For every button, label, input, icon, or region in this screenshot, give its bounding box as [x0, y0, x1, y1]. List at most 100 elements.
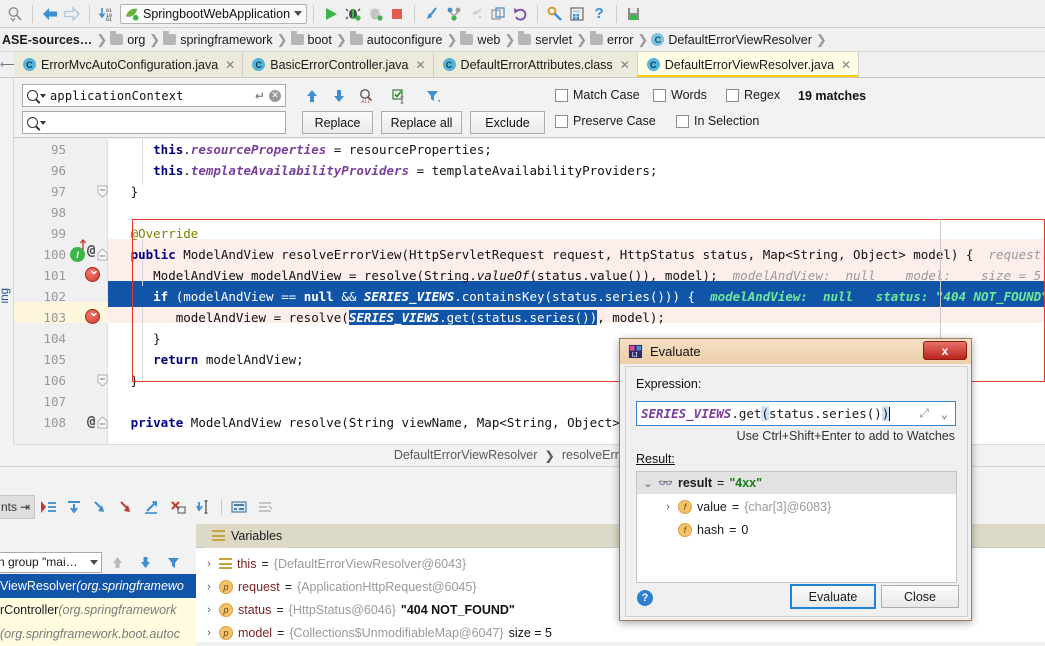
forward-arrow-icon[interactable] — [61, 3, 83, 25]
replace-search-icon[interactable] — [27, 117, 46, 128]
chevron-down-icon[interactable]: ⌄ — [941, 407, 948, 421]
code-fold-start-icon-2[interactable] — [97, 416, 108, 429]
evaluate-button[interactable]: Evaluate — [790, 584, 876, 609]
breakpoint-icon-103[interactable] — [85, 305, 100, 324]
breadcrumb-item-6[interactable]: servlet — [516, 28, 575, 51]
run-with-coverage-icon[interactable] — [364, 3, 386, 25]
code-fold-end-icon-2[interactable] — [97, 374, 108, 387]
chevron-down-icon[interactable] — [294, 11, 303, 16]
close-icon[interactable]: ✕ — [415, 58, 425, 72]
run-icon[interactable] — [320, 3, 342, 25]
frame-row-0[interactable]: ViewResolver (org.springframewo — [0, 574, 196, 598]
expand-icon[interactable]: › — [204, 558, 214, 570]
editor-gutter[interactable]: 95 96 97 98 99 100 101 102 103 104 105 1… — [14, 139, 108, 444]
tab-DefaultErrorAttributes[interactable]: C DefaultErrorAttributes.class ✕ — [433, 52, 638, 77]
debug-icon[interactable] — [342, 3, 364, 25]
tab-BasicErrorController[interactable]: C BasicErrorController.java ✕ — [243, 52, 434, 77]
find-all-icon[interactable]: ALL — [355, 85, 377, 107]
breadcrumb-item-4[interactable]: autoconfigure — [348, 28, 446, 51]
structure-grid-icon[interactable] — [566, 3, 588, 25]
expand-icon[interactable]: › — [204, 581, 214, 593]
thread-selector[interactable]: n group "mai… — [0, 551, 102, 573]
force-step-into-icon[interactable] — [113, 494, 139, 520]
find-next-icon[interactable] — [328, 85, 350, 107]
back-arrow-icon[interactable] — [39, 3, 61, 25]
close-icon[interactable]: x — [923, 341, 967, 360]
close-icon[interactable]: ✕ — [620, 58, 630, 72]
expand-icon[interactable]: › — [204, 604, 214, 616]
close-icon[interactable]: ✕ — [225, 58, 235, 72]
download-sources-icon[interactable]: 01 10 01 — [96, 3, 118, 25]
tabs-scroll-left-icon[interactable]: ⟵ — [0, 58, 16, 77]
tab-variables[interactable]: Variables — [204, 523, 291, 548]
save-all-icon[interactable] — [623, 3, 645, 25]
close-button[interactable]: Close — [881, 585, 959, 608]
evaluate-expression-icon[interactable] — [226, 494, 252, 520]
undo-icon[interactable] — [509, 3, 531, 25]
words-checkbox[interactable]: Words — [653, 88, 707, 102]
breadcrumb-item-0[interactable]: ASE-sources… — [0, 28, 95, 51]
result-row-0[interactable]: ⌄ 👓 result = "4xx" — [637, 472, 956, 494]
chevron-down-icon[interactable] — [90, 559, 98, 565]
step-out-icon[interactable] — [465, 3, 487, 25]
breakpoint-icon-101[interactable] — [85, 263, 100, 282]
breadcrumb-item-3[interactable]: boot — [289, 28, 335, 51]
expand-icon[interactable]: › — [204, 627, 214, 639]
frames-filter-icon[interactable] — [160, 549, 186, 575]
help-icon[interactable]: ? — [637, 590, 653, 606]
step-out-debug-icon[interactable] — [139, 494, 165, 520]
breadcrumb-item-1[interactable]: org — [108, 28, 148, 51]
variable-row-model[interactable]: › p model = {Collections$UnmodifiableMap… — [196, 621, 552, 644]
breadcrumb-item-7[interactable]: error — [588, 28, 636, 51]
expand-editor-icon[interactable]: ⤢ — [919, 406, 929, 421]
code-fold-start-icon[interactable] — [97, 248, 108, 261]
result-row-1[interactable]: › f value = {char[3]@6083} — [637, 496, 831, 518]
help-icon[interactable]: ? — [588, 3, 610, 25]
search-icon[interactable] — [27, 90, 46, 101]
show-execution-point-icon[interactable] — [35, 494, 61, 520]
variable-row-status[interactable]: › p status = {HttpStatus@6046} "404 NOT_… — [196, 598, 515, 621]
expand-icon[interactable]: › — [663, 501, 673, 513]
replace-all-button[interactable]: Replace all — [381, 111, 462, 134]
evaluate-dialog[interactable]: IJ Evaluate x Expression: SERIES_VIEWS .g… — [619, 338, 972, 621]
find-toolbar-icon[interactable] — [4, 3, 26, 25]
drop-frame-icon[interactable] — [165, 494, 191, 520]
settings-wrench-icon[interactable] — [544, 3, 566, 25]
code-fold-end-icon[interactable] — [97, 185, 108, 198]
filter-icon[interactable] — [422, 85, 444, 107]
debug-frames-tab[interactable]: nts ⇥ — [0, 495, 36, 519]
search-input[interactable]: applicationContext ↵ ✕ — [22, 84, 286, 107]
mute-breakpoints-icon[interactable] — [252, 494, 278, 520]
preserve-case-checkbox[interactable]: Preserve Case — [555, 114, 656, 128]
evaluate-dialog-titlebar[interactable]: IJ Evaluate x — [620, 339, 971, 364]
clear-search-icon[interactable]: ✕ — [269, 89, 281, 102]
frames-down-icon[interactable] — [132, 549, 158, 575]
frame-row-1[interactable]: rController (org.springframework — [0, 598, 196, 622]
replace-button[interactable]: Replace — [302, 111, 373, 134]
match-case-checkbox[interactable]: Match Case — [555, 88, 640, 102]
regex-checkbox[interactable]: Regex — [726, 88, 780, 102]
close-icon[interactable]: ✕ — [841, 58, 851, 72]
copy-icon[interactable] — [487, 3, 509, 25]
breadcrumb-item-2[interactable]: springframework — [161, 28, 275, 51]
breadcrumb-item-8[interactable]: C DefaultErrorViewResolver — [649, 28, 815, 51]
tab-ErrorMvcAutoConfiguration[interactable]: C ErrorMvcAutoConfiguration.java ✕ — [14, 52, 244, 77]
breadcrumb-item-5[interactable]: web — [458, 28, 503, 51]
step-into-icon[interactable] — [421, 3, 443, 25]
variable-row-request[interactable]: › p request = {ApplicationHttpRequest@60… — [196, 575, 477, 598]
result-row-2[interactable]: f hash = 0 — [637, 519, 748, 541]
frames-up-icon[interactable] — [104, 549, 130, 575]
result-tree[interactable]: ⌄ 👓 result = "4xx" › f value = {char[3]@… — [636, 471, 957, 583]
step-into-debug-icon[interactable] — [87, 494, 113, 520]
run-configuration-selector[interactable]: SpringbootWebApplication — [120, 3, 308, 24]
stop-icon[interactable] — [386, 3, 408, 25]
variable-row-this[interactable]: › this = {DefaultErrorViewResolver@6043} — [196, 552, 466, 575]
in-selection-checkbox[interactable]: In Selection — [676, 114, 759, 128]
exclude-button[interactable]: Exclude — [470, 111, 545, 134]
replace-input[interactable] — [22, 111, 286, 134]
select-all-occurrences-icon[interactable] — [388, 85, 410, 107]
branch-merge-icon[interactable] — [443, 3, 465, 25]
frame-row-2[interactable]: (org.springframework.boot.autoc — [0, 622, 196, 646]
collapse-icon[interactable]: ⌄ — [643, 477, 653, 490]
run-to-cursor-icon[interactable] — [191, 494, 217, 520]
